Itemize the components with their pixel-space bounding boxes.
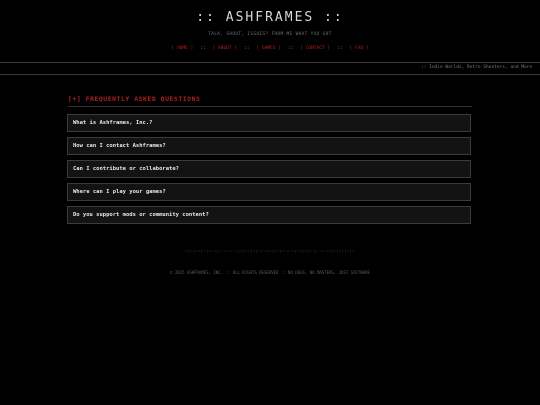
faq-item-what-is[interactable]: What is Ashframes, Inc.? bbox=[67, 114, 471, 132]
nav-separator: :: bbox=[337, 46, 343, 51]
nav-about-link[interactable]: [ ABOUT ] bbox=[210, 46, 240, 51]
nav-faq-link[interactable]: [ FAQ ] bbox=[347, 46, 372, 51]
faq-item-play-games[interactable]: Where can I play your games? bbox=[67, 183, 471, 201]
nav-contact-link[interactable]: [ CONTACT ] bbox=[297, 46, 333, 51]
site-title: :: ASHFRAMES :: bbox=[196, 10, 344, 25]
faq-item-contact[interactable]: How can I contact Ashframes? bbox=[67, 137, 471, 155]
ticker-text: :: Indie Worlds, Retro Shooters, and Mor… bbox=[421, 65, 533, 70]
faq-question: Can I contribute or collaborate? bbox=[73, 166, 179, 172]
decorative-divider: =[=]==[=]=-=[=-=-=-=[=]==[=]=[=]==[=]=-=… bbox=[185, 249, 355, 253]
nav-home-link[interactable]: [ HOME ] bbox=[169, 46, 197, 51]
nav-separator: :: bbox=[287, 46, 294, 51]
faq-question: How can I contact Ashframes? bbox=[73, 143, 166, 149]
nav-games-link[interactable]: [ GAMES ] bbox=[253, 46, 283, 51]
faq-item-mods[interactable]: Do you support mods or community content… bbox=[67, 206, 471, 224]
footer-copyright: © 2025 ASHFRAMES, INC. :: ALL RIGHTS RES… bbox=[170, 270, 370, 275]
nav-separator: :: bbox=[200, 46, 206, 51]
nav-separator: :: bbox=[244, 46, 250, 51]
site-tagline: TALK, SHOUT, ISSUES? FROM ME WHAT YOU GO… bbox=[208, 32, 332, 37]
faq-question: What is Ashframes, Inc.? bbox=[73, 120, 153, 126]
faq-item-contribute[interactable]: Can I contribute or collaborate? bbox=[67, 160, 471, 178]
faq-question: Do you support mods or community content… bbox=[73, 212, 209, 218]
main-nav: [ HOME ] :: [ ABOUT ] :: [ GAMES ] :: [ … bbox=[0, 46, 540, 51]
faq-question: Where can I play your games? bbox=[73, 189, 166, 195]
faq-heading: [+] FREQUENTLY ASKED QUESTIONS bbox=[68, 95, 201, 103]
ticker-bar: :: Indie Worlds, Retro Shooters, and Mor… bbox=[0, 62, 540, 75]
heading-divider bbox=[68, 106, 472, 107]
